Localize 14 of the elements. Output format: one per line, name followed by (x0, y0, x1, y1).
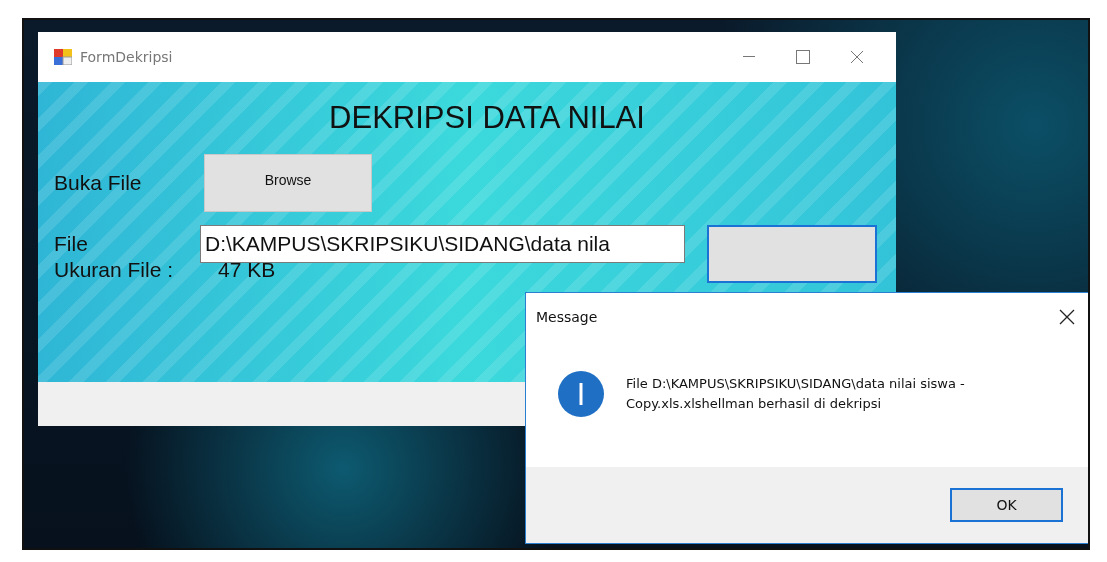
dialog-title: Message (536, 309, 598, 325)
field-label: File (54, 232, 89, 256)
dialog-message: File D:\KAMPUS\SKRIPSIKU\SIDANG\data nilai siswa - Copy.xls.xlshellman berhasil di dekripsi (626, 375, 966, 413)
window-title: FormDekripsi (80, 49, 174, 65)
ok-button[interactable]: OK (950, 488, 1063, 522)
file-path-field[interactable]: D:\KAMPUS\SKRIPSIKU\SIDANG\data nila (200, 225, 685, 263)
action-button[interactable] (707, 225, 877, 283)
app-icon (54, 49, 72, 65)
form-heading: DEKRIPSI DATA NILAI (328, 100, 646, 136)
close-icon[interactable] (1059, 309, 1075, 325)
info-icon (558, 371, 604, 417)
browse-button[interactable]: Browse (204, 154, 372, 212)
field-label: Ukuran File : (54, 258, 175, 282)
field-label: Buka File (54, 171, 143, 195)
